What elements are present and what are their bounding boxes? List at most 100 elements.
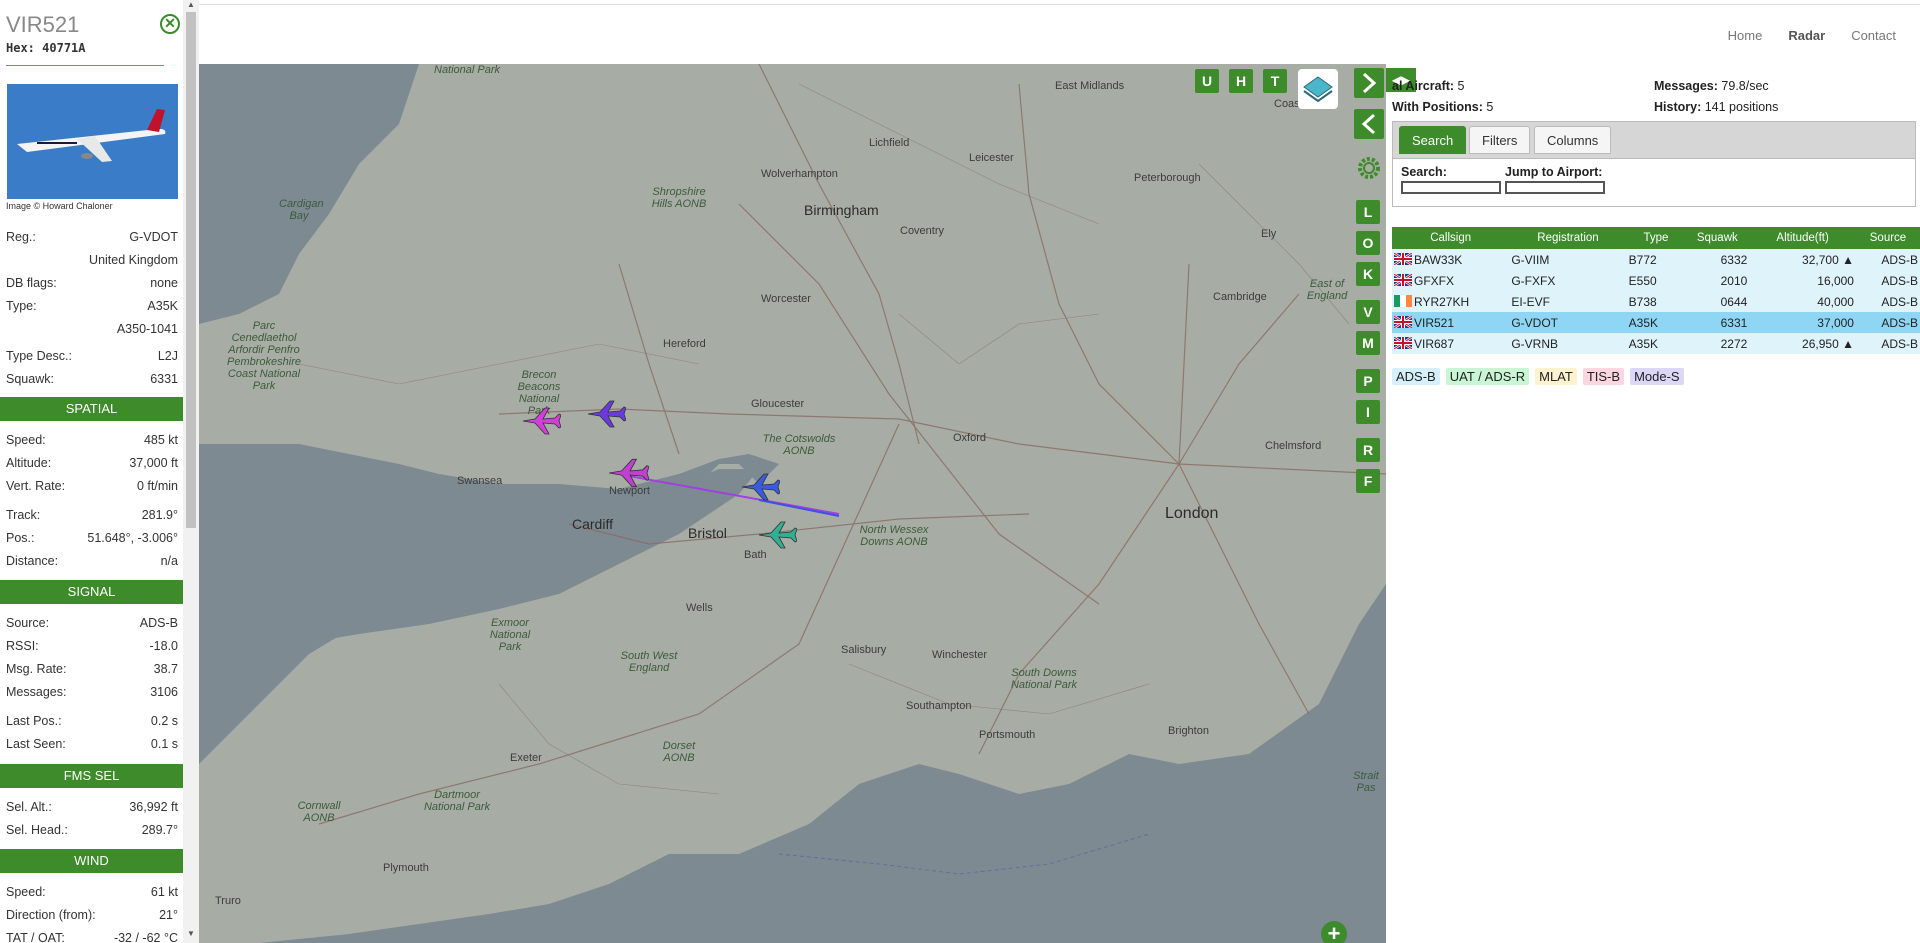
col-type[interactable]: Type (1626, 227, 1686, 249)
map-button-i[interactable]: I (1356, 400, 1380, 424)
aircraft-marker[interactable] (586, 397, 626, 431)
col-altitude[interactable]: Altitude(ft) (1749, 227, 1856, 249)
field-label: Direction (from): (6, 908, 96, 922)
stat-messages-label: Messages: (1654, 79, 1718, 93)
layers-icon[interactable] (1298, 69, 1338, 109)
field-value: A35K (147, 299, 178, 313)
map-label-oxford: Oxford (953, 432, 987, 444)
map-label-truro: Truro (215, 895, 241, 907)
tab-search[interactable]: Search (1399, 126, 1467, 154)
table-row[interactable]: VIR687 G-VRNB A35K 2272 26,950 ▲ ADS-B (1392, 333, 1920, 354)
cell-type: E550 (1626, 270, 1686, 291)
section-wind[interactable]: WIND (0, 849, 183, 873)
map-label-peterborough: Peterborough (1134, 172, 1201, 184)
col-source[interactable]: Source (1855, 227, 1920, 249)
uk-flag-icon (1394, 336, 1412, 349)
table-row[interactable]: VIR521 G-VDOT A35K 6331 37,000 ADS-B (1392, 312, 1920, 333)
nav-home[interactable]: Home (1728, 28, 1763, 43)
map-label-worcester: Worcester (761, 293, 811, 305)
section-spatial[interactable]: SPATIAL (0, 397, 183, 421)
map-label-winchester: Winchester (932, 649, 988, 661)
aircraft-marker[interactable] (757, 518, 797, 552)
cell-squawk: 0644 (1685, 291, 1750, 312)
legend-tisb: TIS-B (1582, 368, 1625, 385)
col-callsign[interactable]: Callsign (1392, 227, 1510, 249)
cell-callsign: BAW33K (1392, 249, 1510, 270)
aircraft-photo[interactable] (7, 84, 178, 199)
map-label-shropshire: Shropshire Hills AONB (651, 186, 707, 210)
search-area: Search: Jump to Airport: (1392, 159, 1916, 207)
zoom-in-icon[interactable]: + (1321, 921, 1347, 943)
tab-filters[interactable]: Filters (1469, 126, 1531, 154)
field-value: 0.1 s (150, 737, 178, 751)
field-label: Type: (6, 299, 37, 313)
map-button-t[interactable]: T (1263, 69, 1287, 93)
collapse-left-icon[interactable] (1354, 109, 1384, 139)
airplane-photo-graphic (7, 84, 178, 199)
field-value: 0.2 s (150, 714, 178, 728)
tab-columns[interactable]: Columns (1534, 126, 1612, 154)
map-button-f[interactable]: F (1356, 469, 1380, 493)
map-button-u[interactable]: U (1195, 69, 1219, 93)
table-row[interactable]: RYR27KH EI-EVF B738 0644 40,000 ADS-B (1392, 291, 1920, 312)
map-label-swengland: South West England (620, 650, 678, 674)
field-value: 21° (159, 908, 178, 922)
field-label: Messages: (6, 685, 67, 699)
radar-map[interactable]: National Park Birmingham Lichfield Leice… (199, 64, 1386, 943)
cell-registration: EI-EVF (1509, 291, 1627, 312)
spatial-position: Pos.: 51.648°, -3.006° (6, 531, 178, 545)
scroll-up-icon[interactable]: ▲ (187, 0, 195, 9)
table-row[interactable]: BAW33K G-VIIM B772 6332 32,700 ▲ ADS-B (1392, 249, 1920, 270)
col-squawk[interactable]: Squawk (1685, 227, 1750, 249)
map-label-pembs: Parc Cenedlaethol Arfordir Penfro Pembro… (227, 320, 301, 392)
col-registration[interactable]: Registration (1509, 227, 1627, 249)
search-input[interactable] (1401, 181, 1501, 194)
map-label-bristol: Bristol (688, 525, 727, 541)
airport-label: Jump to Airport: (1505, 165, 1603, 179)
cell-source: ADS-B (1855, 291, 1920, 312)
settings-gear-icon[interactable] (1354, 153, 1384, 183)
map-label-dorset: Dorset AONB (662, 740, 696, 764)
map-button-r[interactable]: R (1356, 438, 1380, 462)
wind-direction: Direction (from): 21° (6, 908, 178, 922)
map-button-v[interactable]: V (1356, 300, 1380, 324)
map-label-birmingham: Birmingham (804, 202, 879, 218)
map-label-brighton: Brighton (1168, 725, 1209, 737)
field-country: United Kingdom (6, 253, 178, 267)
expand-right-icon[interactable] (1354, 68, 1384, 98)
stat-total-label: al Aircraft: (1392, 79, 1455, 93)
cell-callsign: RYR27KH (1392, 291, 1510, 312)
hex-value: 40771A (42, 41, 86, 55)
hex-label: Hex: (6, 41, 35, 55)
table-row[interactable]: GFXFX G-FXFX E550 2010 16,000 ADS-B (1392, 270, 1920, 291)
map-button-h[interactable]: H (1229, 69, 1253, 93)
nav-contact[interactable]: Contact (1851, 28, 1896, 43)
field-dbflags: DB flags: none (6, 276, 178, 290)
cell-registration: G-VIIM (1509, 249, 1627, 270)
section-signal[interactable]: SIGNAL (0, 580, 183, 604)
map-button-l[interactable]: L (1356, 200, 1380, 224)
field-value: 36,992 ft (129, 800, 178, 814)
map-button-k[interactable]: K (1356, 262, 1380, 286)
map-label-exeter: Exeter (510, 752, 542, 764)
aircraft-marker-selected[interactable] (607, 455, 649, 491)
photo-credit: Image © Howard Chaloner (6, 201, 113, 211)
map-button-p[interactable]: P (1356, 369, 1380, 393)
airport-input[interactable] (1505, 181, 1605, 194)
sidebar-scrollbar-thumb[interactable] (186, 12, 196, 528)
nav-radar[interactable]: Radar (1788, 28, 1825, 43)
ireland-flag-icon (1394, 294, 1412, 307)
aircraft-marker[interactable] (740, 470, 780, 504)
section-fms[interactable]: FMS SEL (0, 764, 183, 788)
search-label: Search: (1401, 165, 1447, 179)
scroll-down-icon[interactable]: ▼ (187, 929, 195, 938)
aircraft-detail-panel: VIR521 Hex: 40771A ✕ Image © Howard Chal… (0, 0, 183, 943)
map-label-cornwall: Cornwall AONB (297, 800, 341, 824)
cell-altitude: 32,700 ▲ (1749, 249, 1856, 270)
signal-lastseen: Last Seen: 0.1 s (6, 737, 178, 751)
aircraft-marker[interactable] (521, 404, 561, 438)
signal-lastpos: Last Pos.: 0.2 s (6, 714, 178, 728)
map-button-o[interactable]: O (1356, 231, 1380, 255)
map-button-m[interactable]: M (1356, 331, 1380, 355)
close-icon[interactable]: ✕ (160, 14, 180, 34)
